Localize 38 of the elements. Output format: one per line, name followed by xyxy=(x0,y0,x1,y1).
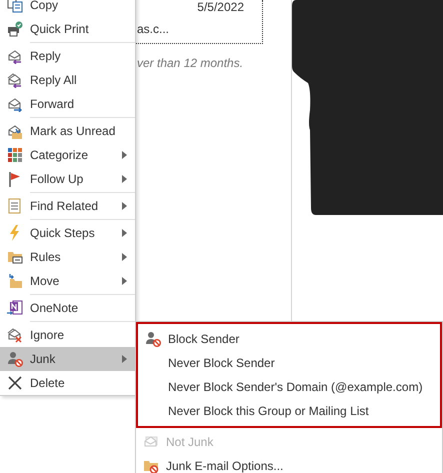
menu-item[interactable]: Delete xyxy=(0,371,135,395)
onenote-icon xyxy=(7,300,23,316)
message-date: 5/5/2022 xyxy=(197,0,244,14)
menu-item[interactable]: Forward xyxy=(0,92,135,116)
message-preview: as.c... xyxy=(137,22,170,36)
submenu-item[interactable]: Never Block Sender's Domain (@example.com) xyxy=(138,375,440,399)
submenu-item[interactable]: Block Sender xyxy=(138,327,440,351)
menu-item[interactable]: Junk xyxy=(0,347,135,371)
menu-item[interactable]: Rules xyxy=(0,245,135,269)
folder-rules-icon xyxy=(7,249,23,265)
forward-icon xyxy=(7,96,23,112)
menu-item[interactable]: Move xyxy=(0,269,135,293)
ignore-icon xyxy=(7,327,23,343)
info-note: ver than 12 months. xyxy=(137,56,244,70)
menu-item[interactable]: Copy xyxy=(0,0,135,17)
category-grid-icon xyxy=(7,147,23,163)
menu-item[interactable]: OneNote xyxy=(0,296,135,320)
block-sender-icon xyxy=(145,331,161,347)
reply-icon xyxy=(7,48,23,64)
document-icon xyxy=(7,198,23,214)
menu-item[interactable]: Ignore xyxy=(0,323,135,347)
submenu-item[interactable]: Junk E-mail Options... xyxy=(136,454,442,473)
junk-sender-icon xyxy=(7,351,23,367)
printer-icon xyxy=(7,21,23,37)
delete-icon xyxy=(7,375,23,391)
menu-item[interactable]: Mark as Unread xyxy=(0,119,135,143)
menu-item[interactable]: Find Related xyxy=(0,194,135,218)
menu-item[interactable]: Categorize xyxy=(0,143,135,167)
menu-item[interactable]: Reply xyxy=(0,44,135,68)
folder-move-icon xyxy=(7,273,23,289)
reply-all-icon xyxy=(7,72,23,88)
menu-item[interactable]: Follow Up xyxy=(0,167,135,191)
menu-item[interactable]: Quick Print xyxy=(0,17,135,41)
envelope-icon xyxy=(7,123,23,139)
submenu-item[interactable]: Never Block this Group or Mailing List xyxy=(138,399,440,423)
submenu-item[interactable]: Never Block Sender xyxy=(138,351,440,375)
menu-item[interactable]: Reply All xyxy=(0,68,135,92)
menu-item[interactable]: Quick Steps xyxy=(0,221,135,245)
